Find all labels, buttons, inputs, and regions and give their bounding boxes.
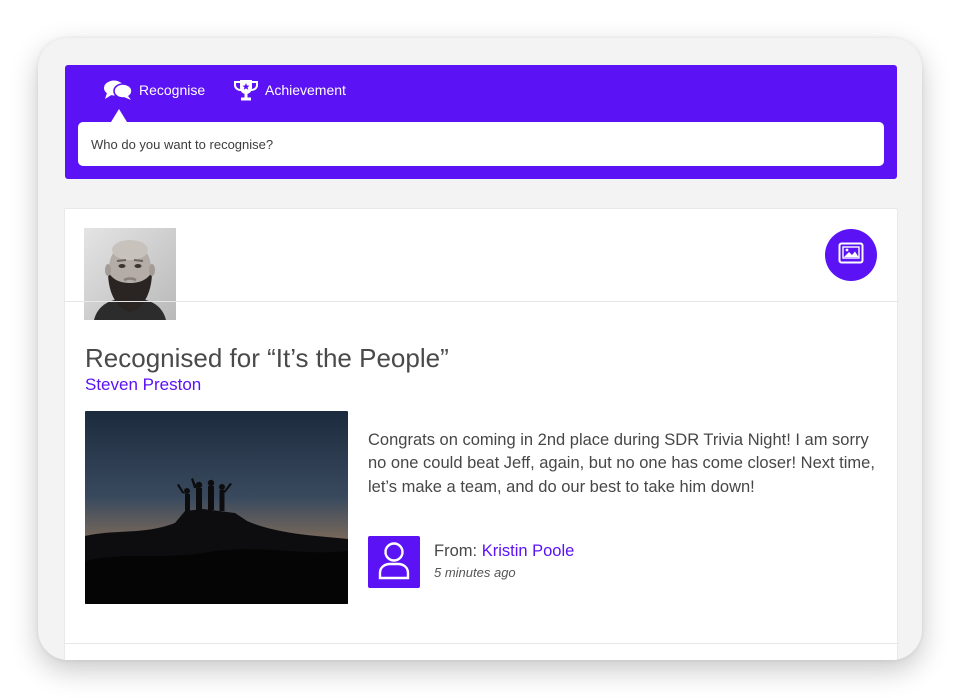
tab-achievement-label: Achievement (265, 82, 346, 98)
recipient-avatar[interactable] (84, 228, 176, 320)
active-tab-caret (111, 109, 127, 122)
image-icon (838, 242, 864, 269)
tab-recognise[interactable]: Recognise (103, 77, 205, 103)
sender-line: From: Kristin Poole (434, 542, 574, 561)
sender-name-link[interactable]: Kristin Poole (482, 542, 575, 560)
tab-recognise-label: Recognise (139, 82, 206, 98)
add-image-button[interactable] (825, 229, 877, 281)
sender-avatar[interactable] (368, 536, 420, 588)
from-label: From: (434, 542, 478, 560)
recognition-composer: Recognise Achievement (65, 65, 897, 179)
card-header-divider (65, 301, 899, 302)
post-photo[interactable] (85, 411, 348, 604)
recognition-message: Congrats on coming in 2nd place during S… (368, 431, 875, 496)
trophy-icon (233, 78, 259, 102)
app-frame: Recognise Achievement Who do you want to… (38, 38, 922, 660)
card-footer-divider (65, 643, 899, 644)
post-timestamp: 5 minutes ago (434, 565, 516, 580)
recipient-search-input[interactable] (78, 122, 884, 166)
recognition-card: Recognised for “It’s the People” Steven … (64, 208, 899, 660)
tab-achievement[interactable]: Achievement (233, 77, 346, 103)
recipient-name-link[interactable]: Steven Preston (85, 375, 201, 395)
recognition-title: Recognised for “It’s the People” (85, 343, 449, 373)
user-icon (377, 540, 411, 585)
speech-bubbles-icon (103, 79, 133, 101)
